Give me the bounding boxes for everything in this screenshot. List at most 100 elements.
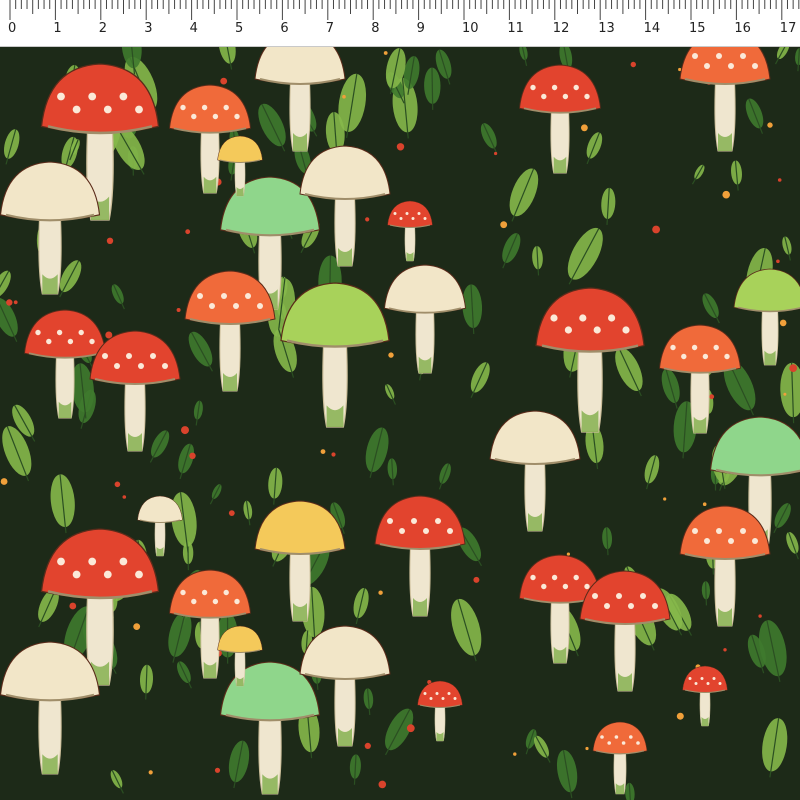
- mushroom-icon: [374, 495, 466, 617]
- cap-spot: [713, 344, 719, 351]
- cap-spot: [201, 104, 208, 111]
- berry-dot-icon: [783, 392, 787, 396]
- cap-spot: [46, 338, 52, 345]
- leaf-icon: [615, 347, 643, 397]
- foliage-layer: [0, 46, 800, 800]
- cap-spot: [201, 589, 208, 596]
- leaf-icon: [353, 587, 369, 625]
- cap-spot: [629, 735, 633, 739]
- cap-spot: [718, 682, 722, 685]
- leaf-icon: [780, 362, 800, 424]
- cap-spot: [234, 113, 240, 120]
- leaf-icon: [363, 688, 374, 716]
- cap-spot: [692, 53, 698, 59]
- leaf-icon: [50, 474, 75, 534]
- berry-dot-icon: [148, 770, 153, 775]
- leaf-icon: [451, 598, 482, 662]
- ruler-label: 1: [53, 21, 62, 36]
- cap-spot: [103, 105, 112, 114]
- leaf-icon: [745, 98, 764, 134]
- mushroom-cap: [217, 135, 263, 163]
- mushroom-icon: [387, 200, 433, 262]
- leaf-icon: [795, 48, 800, 72]
- mushroom-icon: [0, 161, 101, 295]
- berry-dot-icon: [122, 495, 127, 499]
- leaf-icon: [786, 531, 799, 560]
- cap-spot: [103, 570, 112, 579]
- cap-spot: [221, 293, 227, 299]
- cap-spot: [435, 518, 441, 524]
- cap-spot: [541, 583, 547, 590]
- ruler-label: 17: [779, 21, 797, 36]
- cap-spot: [180, 104, 186, 111]
- leaf-icon: [139, 664, 154, 700]
- cap-spot: [135, 105, 143, 114]
- berry-dot-icon: [702, 502, 707, 507]
- cap-spot: [716, 528, 722, 534]
- mushroom-icon: [0, 641, 101, 775]
- leaf-icon: [178, 443, 195, 480]
- cap-spot: [88, 557, 97, 566]
- leaf-icon: [462, 284, 483, 335]
- berry-dot-icon: [767, 122, 773, 128]
- leaf-icon: [228, 740, 250, 789]
- cap-spot: [233, 303, 239, 309]
- leaf-icon: [773, 503, 791, 534]
- cap-spot: [89, 338, 95, 345]
- mushroom-cap: [733, 268, 800, 312]
- leaf-icon: [243, 500, 253, 526]
- berry-dot-icon: [185, 229, 191, 235]
- cap-spot: [614, 735, 619, 739]
- cap-spot: [564, 326, 572, 334]
- berry-dot-icon: [585, 746, 589, 751]
- cap-spot: [72, 105, 81, 114]
- cap-spot: [180, 589, 186, 596]
- cap-spot: [728, 538, 734, 544]
- berry-dot-icon: [114, 481, 121, 488]
- leaf-icon: [702, 293, 720, 324]
- berry-dot-icon: [106, 237, 114, 244]
- cap-spot: [562, 93, 569, 100]
- cap-spot: [257, 303, 263, 309]
- cap-spot: [704, 63, 710, 69]
- leaf-icon: [509, 168, 539, 222]
- cap-spot: [592, 593, 598, 599]
- cap-spot: [138, 363, 144, 369]
- berry-dot-icon: [189, 452, 196, 459]
- leaf-icon: [567, 227, 603, 285]
- cap-spot: [441, 697, 445, 700]
- mushroom-icon: [592, 721, 648, 795]
- cap-spot: [688, 677, 692, 680]
- leaf-icon: [209, 484, 222, 505]
- leaf-icon: [168, 611, 192, 663]
- leaf-icon: [691, 164, 705, 185]
- ruler-label: 5: [235, 21, 244, 36]
- cap-spot: [740, 53, 746, 59]
- cap-spot: [191, 598, 197, 605]
- cap-spot: [411, 217, 415, 220]
- cap-spot: [126, 353, 132, 359]
- leaf-icon: [774, 46, 790, 65]
- berry-dot-icon: [513, 752, 517, 756]
- cap-spot: [716, 53, 722, 59]
- cap-spot: [607, 741, 611, 745]
- leaf-blade: [780, 362, 800, 418]
- berry-dot-icon: [723, 648, 727, 652]
- ruler-label: 4: [189, 21, 198, 36]
- berry-dot-icon: [342, 94, 346, 99]
- mushroom-icon: [579, 570, 671, 692]
- berry-dot-icon: [383, 51, 388, 55]
- cap-spot: [616, 593, 622, 599]
- cap-spot: [604, 603, 610, 609]
- leaf-icon: [188, 331, 213, 372]
- berry-dot-icon: [69, 602, 77, 610]
- leaf-icon: [176, 661, 192, 689]
- cap-spot: [411, 518, 417, 524]
- cap-spot: [399, 528, 405, 534]
- cap-spot: [417, 212, 421, 215]
- berry-dot-icon: [133, 623, 141, 630]
- leaf-vein: [704, 581, 708, 606]
- mushroom-cap: [384, 264, 466, 314]
- ruler-label: 8: [371, 21, 380, 36]
- mushroom-cap: [0, 161, 101, 221]
